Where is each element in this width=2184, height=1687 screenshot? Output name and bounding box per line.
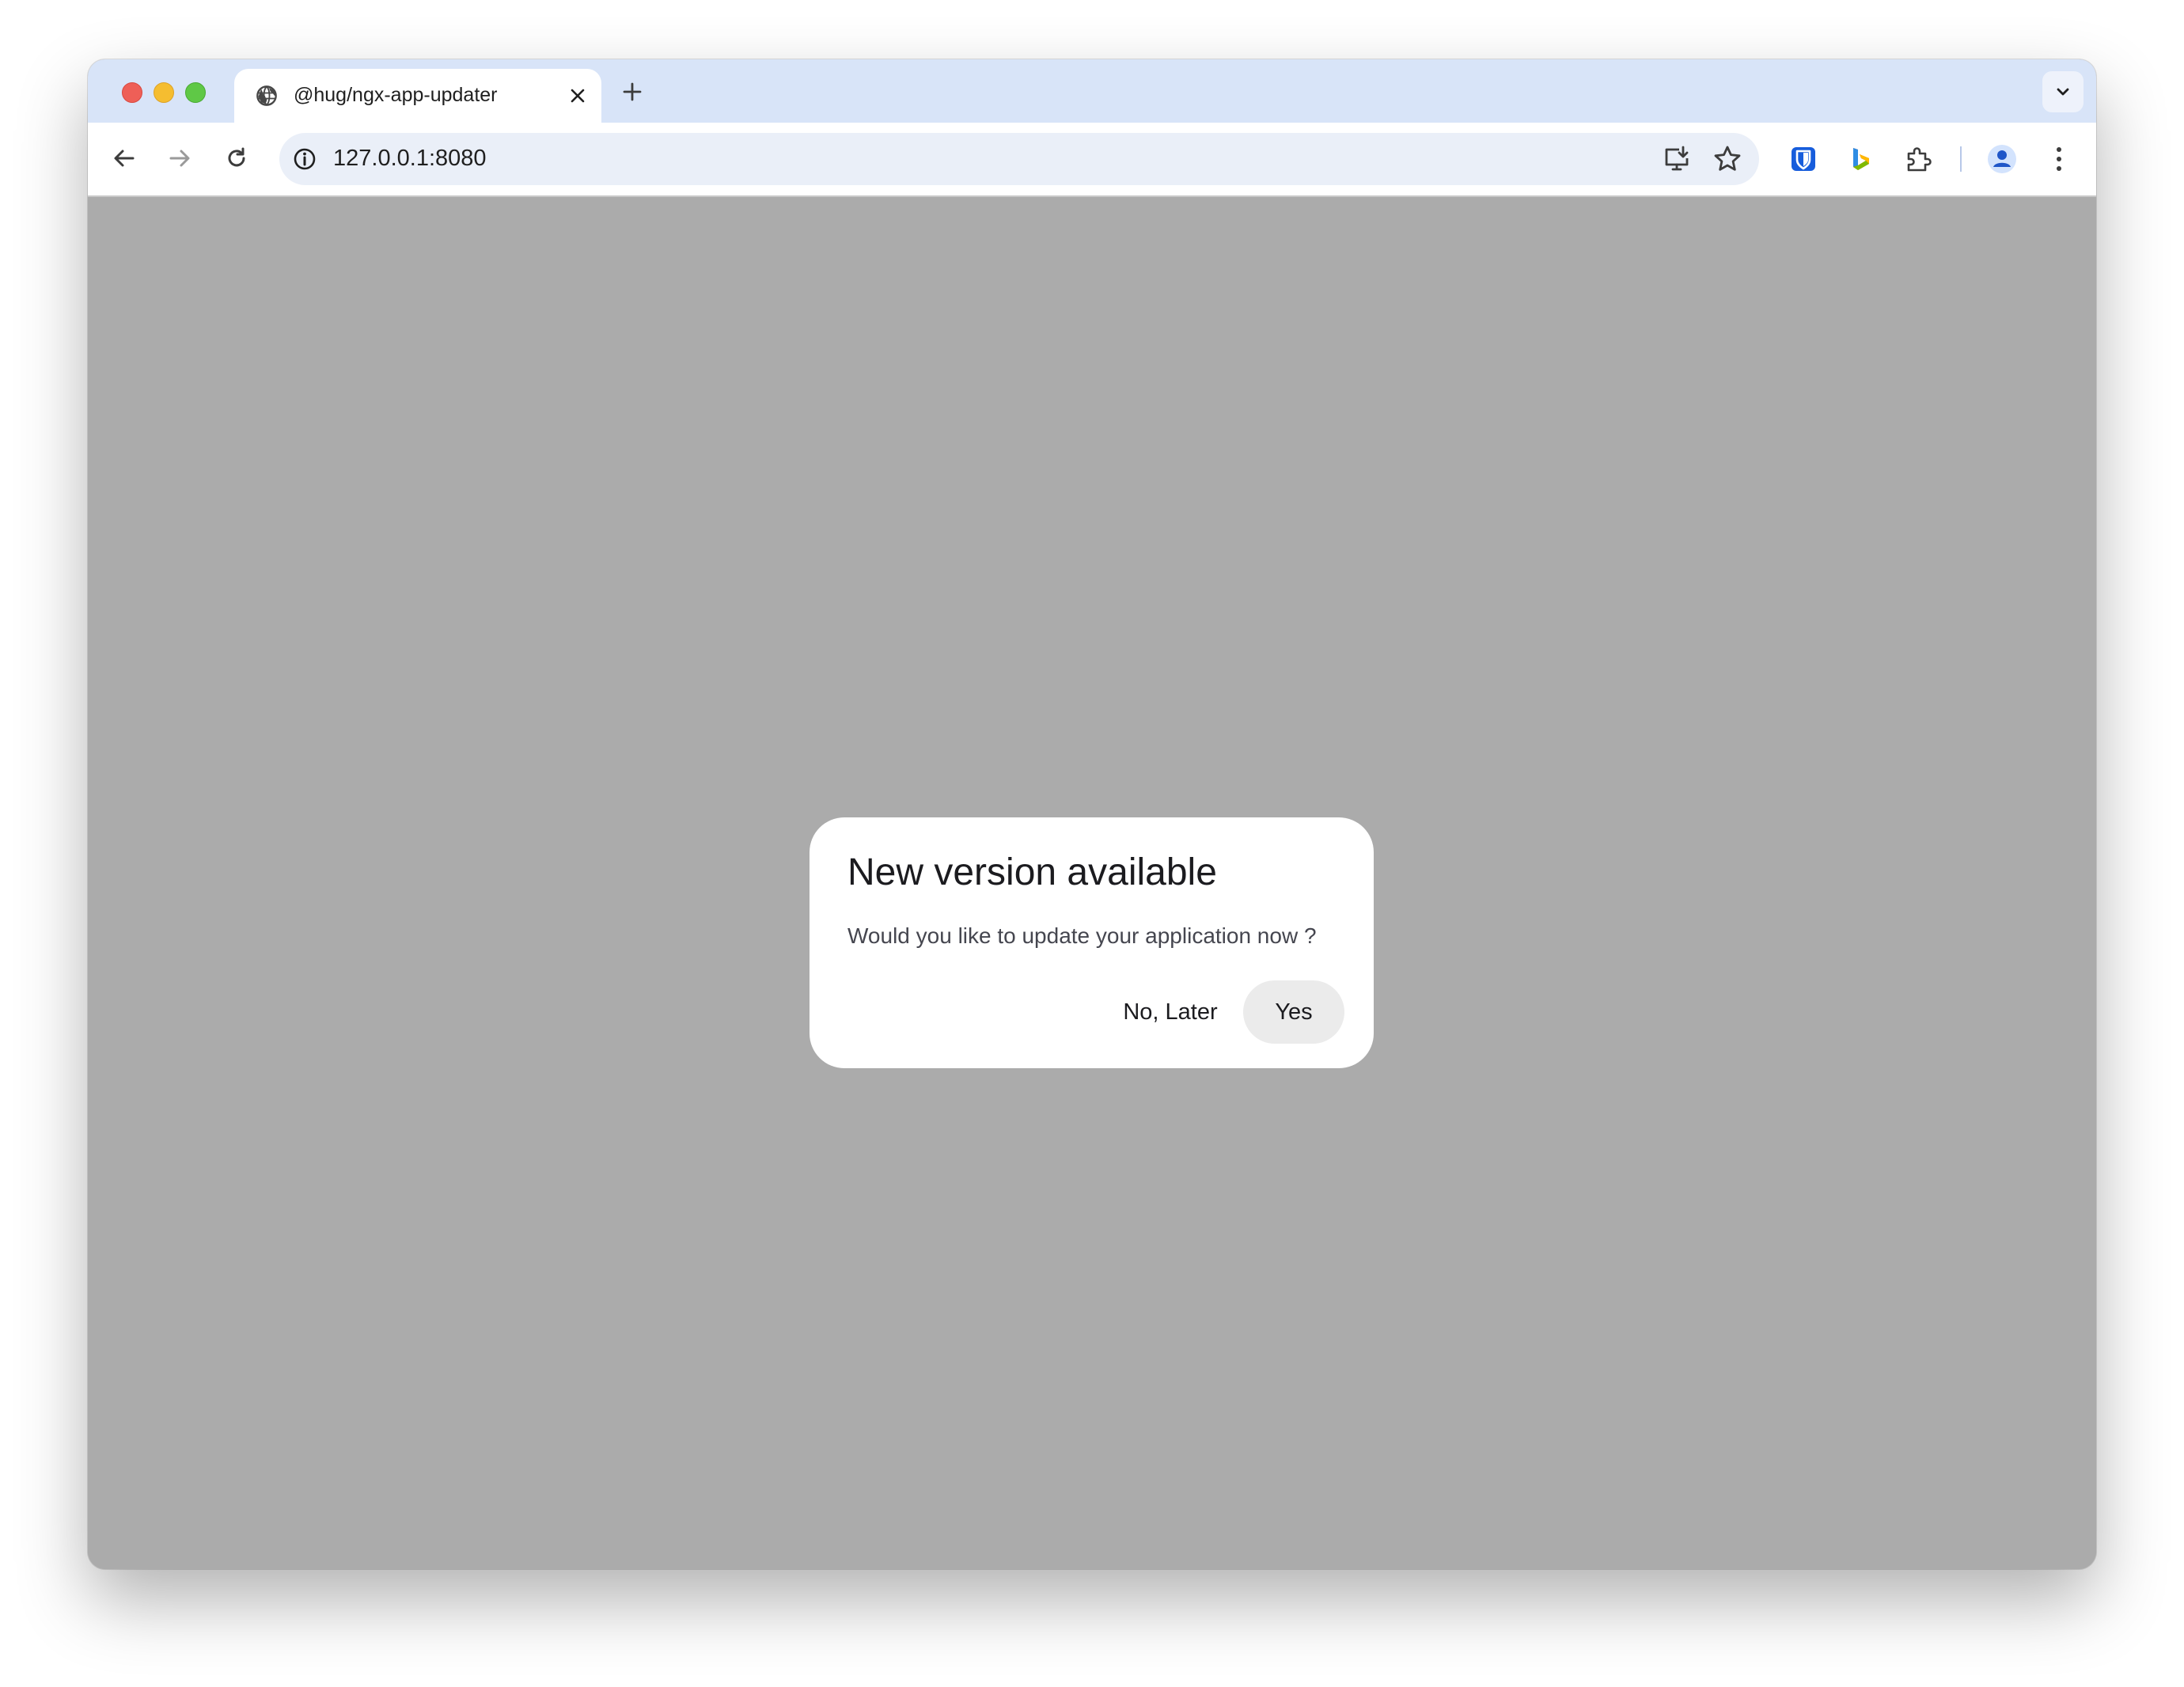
page-backdrop: New version available Would you like to … — [88, 197, 2096, 1569]
address-bar[interactable]: 127.0.0.1:8080 — [279, 133, 1759, 185]
arrow-left-icon[interactable] — [108, 142, 141, 175]
browser-window: @hug/ngx-app-updater 127.0.0.1:8080 New … — [88, 59, 2096, 1569]
tab-active[interactable]: @hug/ngx-app-updater — [234, 69, 601, 123]
globe-icon — [256, 85, 278, 107]
maximize-window-button[interactable] — [185, 82, 206, 103]
toolbar-separator — [1960, 146, 1962, 172]
update-dialog: New version available Would you like to … — [810, 817, 1374, 1068]
bing-icon[interactable] — [1842, 141, 1879, 177]
dialog-message: Would you like to update your applicatio… — [847, 923, 1317, 948]
reload-icon[interactable] — [220, 142, 253, 175]
avatar-icon[interactable] — [1984, 141, 2020, 177]
dialog-title: New version available — [847, 851, 1217, 893]
yes-button[interactable]: Yes — [1243, 980, 1344, 1044]
plus-icon[interactable] — [618, 78, 646, 106]
star-icon[interactable] — [1713, 145, 1742, 173]
arrow-right-icon[interactable] — [163, 142, 196, 175]
no-later-button[interactable]: No, Later — [1110, 980, 1230, 1044]
puzzle-icon[interactable] — [1900, 141, 1936, 177]
bitwarden-shield-icon[interactable] — [1785, 141, 1822, 177]
url-text[interactable]: 127.0.0.1:8080 — [333, 146, 487, 172]
browser-toolbar: 127.0.0.1:8080 — [88, 123, 2096, 197]
tab-strip: @hug/ngx-app-updater — [88, 59, 2096, 123]
close-window-button[interactable] — [122, 82, 142, 103]
install-app-icon[interactable] — [1663, 145, 1691, 173]
info-icon[interactable] — [292, 146, 317, 172]
minimize-window-button[interactable] — [154, 82, 174, 103]
close-icon[interactable] — [566, 84, 590, 108]
tab-title: @hug/ngx-app-updater — [294, 84, 498, 106]
more-vertical-icon[interactable] — [2041, 141, 2077, 177]
chevron-down-icon[interactable] — [2042, 71, 2084, 112]
